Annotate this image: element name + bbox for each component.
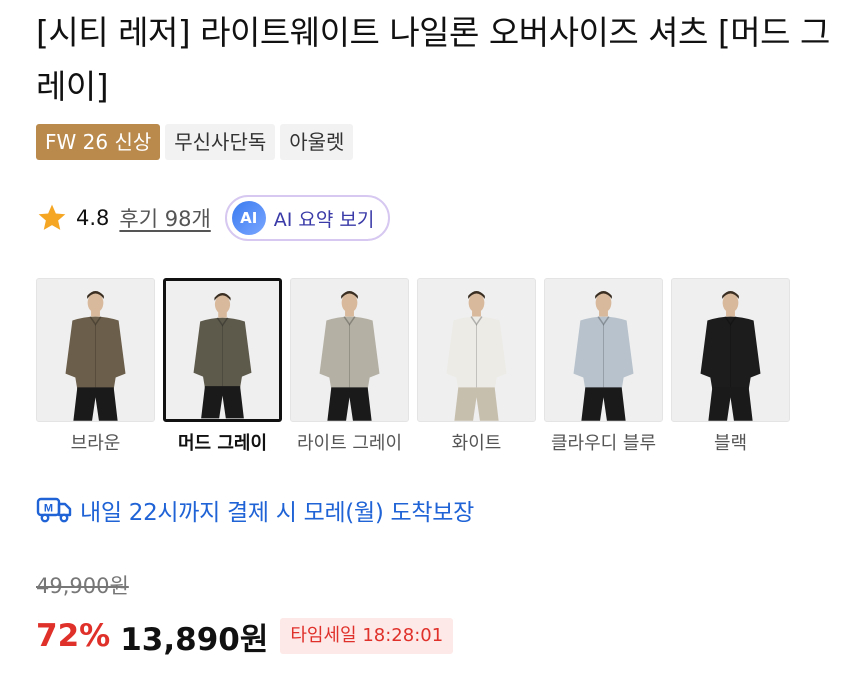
delivery-truck-icon: M (36, 497, 72, 523)
model-photo (545, 279, 662, 421)
model-photo (672, 279, 789, 421)
color-thumbnail[interactable] (544, 278, 663, 422)
color-thumbnail[interactable] (36, 278, 155, 422)
exclusive-badge: 무신사단독 (165, 124, 276, 160)
color-label: 브라운 (70, 433, 121, 454)
color-label: 화이트 (451, 433, 502, 454)
outlet-badge: 아울렛 (280, 124, 354, 160)
ai-icon: AI (231, 201, 266, 235)
new-badge: FW 26 신상 (36, 124, 161, 160)
original-price: 49,900원 (36, 574, 129, 598)
color-thumbnail[interactable] (417, 278, 536, 422)
delivery-text: 내일 22시까지 결제 시 모레(월) 도착보장 (80, 500, 474, 526)
model-photo (37, 279, 154, 421)
price-row: 72% 13,890원 타임세일 18:28:01 (36, 612, 454, 660)
color-label: 머드 그레이 (177, 433, 268, 454)
product-title: [시티 레저] 라이트웨이트 나일론 오버사이즈 셔츠 [머드 그레이] (36, 13, 830, 106)
color-option[interactable]: 화이트 (417, 278, 536, 456)
color-label: 클라우디 블루 (550, 433, 657, 454)
color-option[interactable]: 라이트 그레이 (290, 278, 409, 456)
delivery-guarantee: M 내일 22시까지 결제 시 모레(월) 도착보장 (36, 490, 474, 530)
rating-row: 4.8 후기 98개 AI AI 요약 보기 (36, 194, 391, 242)
badge-list: FW 26 신상 무신사단독 아울렛 (36, 124, 354, 160)
rating-value: 4.8 (76, 206, 110, 230)
model-photo (291, 279, 408, 421)
model-photo (166, 281, 279, 419)
color-options: 브라운 머드 그레이 라이트 그레이 화이트 클라우디 블루 블랙 (36, 278, 790, 456)
color-thumbnail[interactable] (671, 278, 790, 422)
color-option[interactable]: 머드 그레이 (163, 278, 282, 456)
model-photo (418, 279, 535, 421)
review-count-link[interactable]: 후기 98개 (119, 203, 210, 233)
color-thumbnail[interactable] (163, 278, 282, 422)
timesale-badge: 타임세일 18:28:01 (280, 618, 454, 654)
color-option[interactable]: 클라우디 블루 (544, 278, 663, 456)
color-label: 블랙 (713, 433, 748, 454)
ai-summary-button[interactable]: AI AI 요약 보기 (224, 195, 391, 241)
delivery-icon-letter: M (44, 503, 53, 515)
discount-rate: 72% (36, 618, 111, 654)
color-option[interactable]: 블랙 (671, 278, 790, 456)
sale-price: 13,890원 (120, 621, 269, 658)
color-thumbnail[interactable] (290, 278, 409, 422)
ai-summary-label: AI 요약 보기 (273, 208, 375, 231)
color-option[interactable]: 브라운 (36, 278, 155, 456)
star-icon (38, 204, 66, 230)
color-label: 라이트 그레이 (296, 433, 403, 454)
